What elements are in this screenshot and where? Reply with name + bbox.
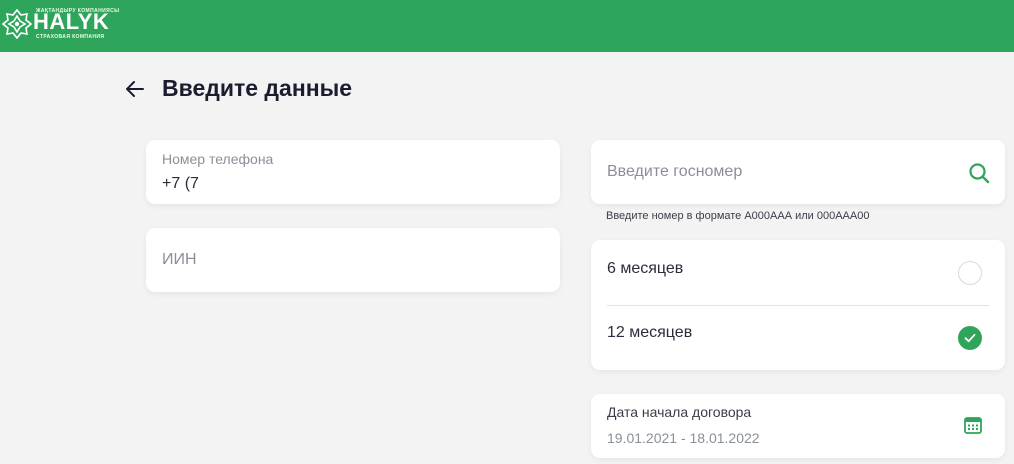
phone-field-value[interactable]: +7 (7	[162, 175, 199, 193]
logo-brand-name: HALYK	[33, 9, 110, 34]
phone-field-label: Номер телефона	[162, 151, 274, 167]
period-option-label: 6 месяцев	[607, 260, 684, 277]
calendar-icon	[964, 417, 982, 434]
back-button[interactable]	[122, 76, 148, 102]
period-selector: 6 месяцев 12 месяцев	[591, 240, 1005, 370]
contract-date-label: Дата начала договора	[607, 404, 752, 420]
app-header: ЖАҚТАНДЫРУ КОМПАНИЯСЫ HALYK СТРАХОВАЯ КО…	[0, 0, 1014, 52]
period-option-label: 12 месяцев	[607, 324, 693, 341]
radio-checked-icon[interactable]	[958, 326, 982, 350]
iin-field[interactable]	[146, 228, 560, 292]
phone-field[interactable]: Номер телефона +7 (7	[146, 140, 560, 204]
radio-unchecked-icon[interactable]	[958, 261, 982, 285]
contract-date-value: 19.01.2021 - 18.01.2022	[607, 430, 760, 446]
period-option-12-months[interactable]: 12 месяцев	[591, 306, 1005, 370]
halyk-logo-icon	[2, 9, 32, 39]
search-button[interactable]	[966, 160, 992, 186]
logo-sub-text: СТРАХОВАЯ КОМПАНИЯ	[36, 34, 105, 40]
checkmark-icon	[964, 333, 976, 343]
iin-input[interactable]	[162, 228, 542, 292]
halyk-logo[interactable]: ЖАҚТАНДЫРУ КОМПАНИЯСЫ HALYK СТРАХОВАЯ КО…	[2, 6, 126, 44]
contract-date-field[interactable]: Дата начала договора 19.01.2021 - 18.01.…	[591, 394, 1005, 458]
gos-number-input[interactable]	[607, 140, 947, 204]
gos-number-field[interactable]	[591, 140, 1005, 204]
page-title: Введите данные	[162, 75, 353, 101]
search-icon	[969, 163, 990, 184]
arrow-left-icon	[126, 81, 144, 97]
gos-number-hint: Введите номер в формате А000ААА или 000А…	[606, 210, 870, 222]
calendar-button[interactable]	[960, 412, 986, 438]
period-option-6-months[interactable]: 6 месяцев	[591, 240, 1005, 304]
